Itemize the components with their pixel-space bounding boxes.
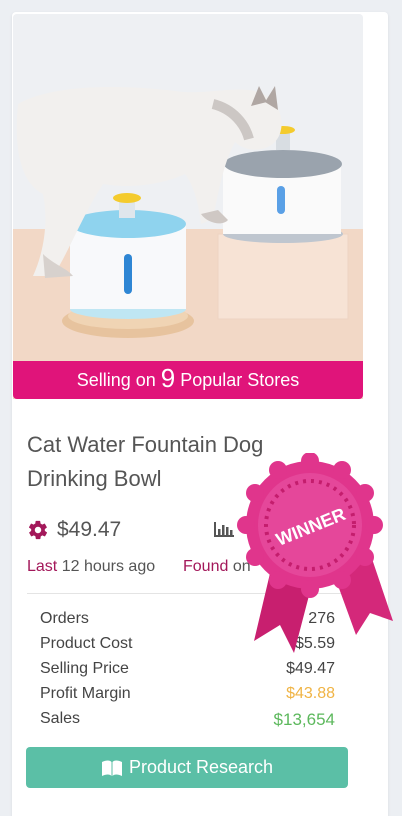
product-photo	[13, 14, 363, 399]
stat-label: Product Cost	[40, 635, 133, 652]
last-updated: Last 12 hours ago Found on	[27, 558, 251, 576]
stat-value: $49.47	[286, 660, 335, 677]
gear-icon[interactable]	[27, 519, 49, 541]
found-label: Found	[183, 558, 229, 575]
research-label: Product Research	[128, 757, 274, 777]
price-row: $49.47	[27, 518, 121, 542]
stat-sales: Sales $13,654	[40, 710, 335, 735]
stat-label: Selling Price	[40, 660, 129, 677]
product-research-button[interactable]: Product Research	[26, 747, 348, 788]
stores-count: 9	[160, 362, 176, 393]
stat-value: $43.88	[286, 685, 335, 702]
stores-banner: Selling on 9 Popular Stores	[13, 361, 363, 399]
price-value: $49.47	[57, 518, 122, 541]
stat-selling-price: Selling Price $49.47	[40, 660, 335, 685]
stat-label: Orders	[40, 610, 89, 627]
last-value: 12 hours ago	[61, 558, 156, 575]
book-icon	[101, 760, 122, 776]
stores-suffix: Popular Stores	[180, 369, 300, 390]
stat-label: Profit Margin	[40, 685, 131, 702]
stat-profit-margin: Profit Margin $43.88	[40, 685, 335, 710]
stat-value: $13,654	[273, 710, 335, 729]
last-label: Last	[27, 558, 58, 575]
product-image[interactable]	[13, 14, 363, 399]
stat-label: Sales	[40, 710, 81, 727]
winner-badge: WINNER	[237, 453, 393, 653]
stores-prefix: Selling on	[76, 369, 156, 390]
